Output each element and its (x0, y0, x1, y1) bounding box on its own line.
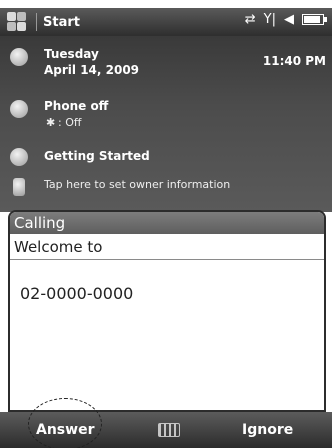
time-display: 11:40 PM (262, 54, 326, 68)
bluetooth-status: : Off (58, 116, 82, 129)
today-screen: Tuesday April 14, 2009 11:40 PM Phone of… (0, 36, 332, 212)
sync-icon[interactable]: ⇄ (245, 12, 256, 27)
dialog-title: Calling (10, 212, 324, 234)
answer-highlight-circle (28, 398, 102, 448)
owner-icon (13, 178, 25, 196)
title-separator (36, 13, 37, 31)
clock-icon (10, 48, 28, 66)
status-icons: ⇄ Y| ◀ (245, 12, 327, 27)
start-menu-label[interactable]: Start (43, 15, 80, 30)
speaker-icon[interactable]: ◀ (284, 12, 294, 27)
getting-started-label: Getting Started (44, 149, 150, 163)
keyboard-icon[interactable] (158, 423, 180, 437)
globe-icon (10, 148, 28, 166)
antenna-icon (10, 100, 28, 118)
windows-flag-icon[interactable] (6, 11, 28, 33)
battery-icon[interactable] (302, 14, 327, 25)
phone-status: Phone off (44, 99, 109, 113)
caller-message: Welcome to (10, 234, 324, 260)
ignore-button[interactable]: Ignore (242, 422, 293, 438)
title-bar: Start ⇄ Y| ◀ (0, 8, 332, 36)
owner-info-label: Tap here to set owner information (44, 178, 231, 191)
bluetooth-icon: ✱ (46, 116, 56, 129)
date-day: Tuesday (44, 47, 99, 61)
signal-icon[interactable]: Y| (264, 12, 276, 27)
caller-number: 02-0000-0000 (20, 284, 134, 303)
calling-dialog: Calling Welcome to 02-0000-0000 (8, 210, 326, 412)
date-full: April 14, 2009 (44, 63, 140, 77)
